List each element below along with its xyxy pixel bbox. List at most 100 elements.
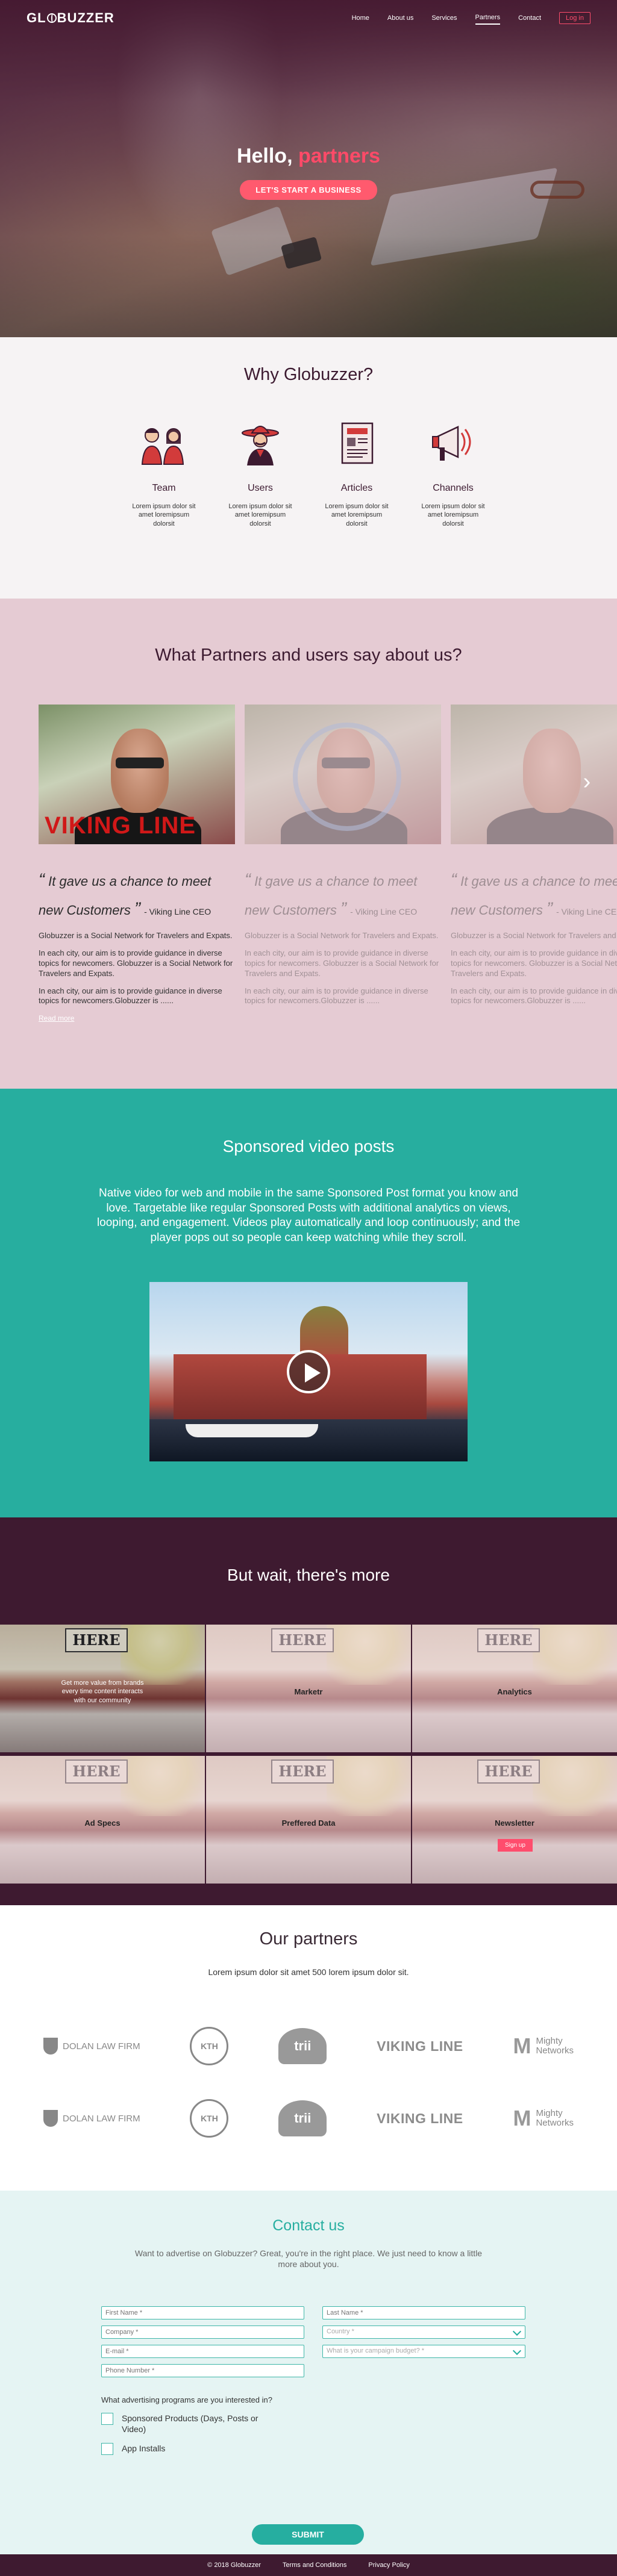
- nav-partners[interactable]: Partners: [475, 11, 501, 25]
- start-business-button[interactable]: LET'S START A BUSINESS: [240, 180, 377, 200]
- tile-ad-specs[interactable]: HERE Ad Specs: [0, 1756, 205, 1884]
- nav-services[interactable]: Services: [431, 12, 457, 24]
- testimonial-card: VIKING LINE “ It gave us a chance to mee…: [39, 705, 235, 1024]
- testimonial-paragraph: Globuzzer is a Social Network for Travel…: [451, 931, 617, 940]
- checkbox-label: App Installs: [122, 2444, 166, 2454]
- users-icon: [242, 426, 279, 465]
- budget-select[interactable]: What is your campaign budget? *: [322, 2345, 525, 2358]
- contact-form: Country * What is your campaign budget? …: [101, 2306, 525, 2456]
- more-title: But wait, there's more: [227, 1566, 390, 1584]
- partner-logos-row: DOLAN LAW FIRM KTH trii VIKING LINE M Mig…: [43, 2025, 574, 2067]
- feature-team: Team Lorem ipsum dolor sit amet loremips…: [130, 420, 198, 528]
- tile-label: Analytics: [497, 1687, 532, 1696]
- logo-label: DOLAN LAW FIRM: [63, 2113, 140, 2124]
- viking-line-brand-overlay: VIKING LINE: [45, 812, 196, 839]
- signup-button[interactable]: Sign up: [498, 1839, 533, 1852]
- close-quote-icon: ”: [546, 899, 553, 919]
- viking-line-logo[interactable]: VIKING LINE: [377, 2025, 463, 2067]
- email-field[interactable]: [101, 2345, 304, 2358]
- mighty-networks-logo[interactable]: M Mighty Networks: [513, 2025, 574, 2067]
- partners-description: Lorem ipsum dolor sit amet 500 lorem ips…: [208, 1967, 409, 1977]
- country-select[interactable]: Country *: [322, 2326, 525, 2339]
- video-player[interactable]: [149, 1281, 468, 1461]
- mighty-networks-logo[interactable]: M Mighty Networks: [513, 2097, 574, 2139]
- testimonial-carousel: VIKING LINE “ It gave us a chance to mee…: [39, 705, 617, 1024]
- testimonial-paragraph: In each city, our aim is to provide guid…: [245, 986, 428, 1006]
- nav-home[interactable]: Home: [352, 12, 369, 24]
- last-name-field[interactable]: [322, 2306, 525, 2319]
- top-navigation: GL BUZZER Home About us Services Partner…: [0, 0, 617, 36]
- testimonial-paragraph: In each city, our aim is to provide guid…: [245, 948, 439, 978]
- programs-question: What advertising programs are you intere…: [101, 2395, 272, 2404]
- photo-face: [523, 729, 581, 813]
- login-button[interactable]: Log in: [559, 12, 590, 24]
- tile-label: Marketr: [294, 1687, 323, 1696]
- nav-about-us[interactable]: About us: [387, 12, 413, 24]
- first-name-field[interactable]: [101, 2306, 304, 2319]
- testimonial-quote: “ It gave us a chance to meet new Custom…: [39, 866, 235, 924]
- contact-section: Contact us Want to advertise on Globuzze…: [0, 2191, 617, 2554]
- partners-section: Our partners Lorem ipsum dolor sit amet …: [0, 1905, 617, 2191]
- globuzzer-logo[interactable]: GL BUZZER: [27, 10, 114, 26]
- video-section: Sponsored video posts Native video for w…: [0, 1089, 617, 1517]
- read-more-link[interactable]: Read more: [39, 1014, 74, 1022]
- video-title: Sponsored video posts: [222, 1137, 395, 1156]
- tile-marketr[interactable]: HERE Marketr: [206, 1625, 411, 1752]
- tile-newsletter[interactable]: HERE Newsletter Sign up: [412, 1756, 617, 1884]
- open-quote-icon: “: [245, 870, 251, 890]
- logo-label-line: Mighty: [536, 2108, 563, 2118]
- tile-featured[interactable]: HERE Get more value from brands every ti…: [0, 1625, 205, 1752]
- privacy-link[interactable]: Privacy Policy: [368, 2562, 409, 2569]
- viking-line-logo[interactable]: VIKING LINE: [377, 2097, 463, 2139]
- dolan-law-firm-logo[interactable]: DOLAN LAW FIRM: [43, 2097, 140, 2139]
- open-quote-icon: “: [451, 870, 457, 890]
- trii-logo[interactable]: trii: [278, 2097, 327, 2139]
- option-sponsored-products[interactable]: Sponsored Products (Days, Posts or Video…: [101, 2413, 525, 2434]
- logo-label: DOLAN LAW FIRM: [63, 2041, 140, 2052]
- nav-contact[interactable]: Contact: [518, 12, 541, 24]
- more-section: But wait, there's more HERE Get more val…: [0, 1517, 617, 1905]
- phone-field[interactable]: [101, 2364, 304, 2377]
- hero-title-prefix: Hello,: [236, 145, 298, 167]
- kth-logo[interactable]: KTH: [190, 2097, 229, 2139]
- logo-text-start: GL: [27, 10, 46, 25]
- close-quote-icon: ”: [340, 899, 346, 919]
- submit-button[interactable]: SUBMIT: [252, 2524, 364, 2545]
- feature-users: Users Lorem ipsum dolor sit amet loremip…: [226, 420, 295, 528]
- app-installs-checkbox[interactable]: [101, 2443, 113, 2456]
- checkbox-label: Sponsored Products (Days, Posts or Video…: [122, 2413, 258, 2434]
- feature-name: Articles: [340, 483, 373, 493]
- kth-logo[interactable]: KTH: [190, 2025, 229, 2067]
- video-thumbnail-boat: [186, 1423, 318, 1437]
- testimonial-paragraph: In each city, our aim is to provide guid…: [451, 948, 617, 978]
- terms-link[interactable]: Terms and Conditions: [283, 2562, 346, 2569]
- logo-label: Mighty Networks: [536, 2108, 574, 2129]
- sponsored-products-checkbox[interactable]: [101, 2413, 113, 2425]
- why-title: Why Globuzzer?: [243, 365, 374, 384]
- shield-icon: [43, 2038, 58, 2055]
- play-icon[interactable]: [287, 1349, 330, 1393]
- logo-label-line: Networks: [536, 2118, 574, 2128]
- company-field[interactable]: [101, 2326, 304, 2339]
- feature-name: Team: [152, 483, 176, 493]
- contact-title: Contact us: [272, 2217, 345, 2234]
- testimonials-title: What Partners and users say about us?: [155, 646, 462, 665]
- contact-description: Want to advertise on Globuzzer? Great, y…: [134, 2248, 483, 2270]
- dolan-law-firm-logo[interactable]: DOLAN LAW FIRM: [43, 2025, 140, 2067]
- tile-analytics[interactable]: HERE Analytics: [412, 1625, 617, 1752]
- testimonial-paragraph: In each city, our aim is to provide guid…: [451, 986, 617, 1006]
- tile-preffered-data[interactable]: HERE Preffered Data: [206, 1756, 411, 1884]
- logo-label-line: Mighty: [536, 2035, 563, 2046]
- testimonial-paragraph: In each city, our aim is to provide guid…: [39, 948, 233, 978]
- trii-logo[interactable]: trii: [278, 2025, 327, 2067]
- chevron-right-icon[interactable]: ›: [577, 770, 597, 793]
- partner-logos-row: DOLAN LAW FIRM KTH trii VIKING LINE M Mig…: [43, 2097, 574, 2139]
- logo-label: VIKING LINE: [377, 2038, 463, 2054]
- testimonial-paragraph: In each city, our aim is to provide guid…: [39, 986, 222, 1006]
- feature-name: Users: [248, 483, 273, 493]
- channels-icon: [432, 426, 471, 461]
- option-app-installs[interactable]: App Installs: [101, 2443, 525, 2456]
- testimonial-quote: “ It gave us a chance to meet new Custom…: [245, 866, 441, 924]
- articles-icon: [341, 422, 374, 464]
- testimonial-card: “ It gave us a chance to meet new Custom…: [245, 705, 441, 1024]
